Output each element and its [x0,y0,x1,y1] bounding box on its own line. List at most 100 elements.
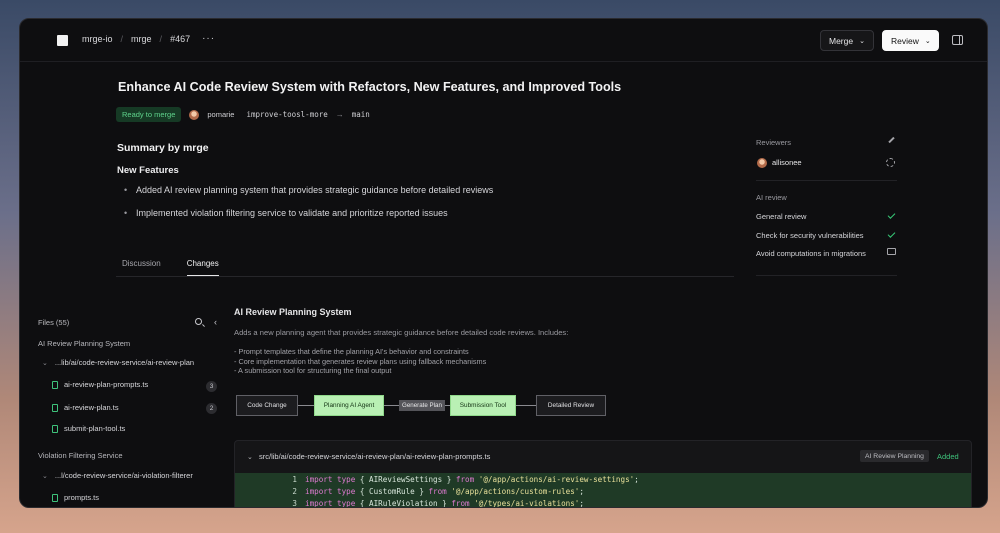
line-number: 3 [292,498,297,508]
line-number: 1 [292,474,297,484]
flow-edge [298,405,314,406]
code-text: { AIReviewSettings } [355,474,456,484]
code-keyword: import [305,486,333,496]
merge-button[interactable]: Merge ⌄ [820,30,874,51]
file-icon [52,424,58,433]
tab-bar: Discussion Changes [116,259,734,277]
file-item[interactable]: prompts.ts [52,493,99,502]
code-text: ; [579,486,584,496]
file-item[interactable]: submit-plan-tool.ts [52,424,125,433]
file-label: submit-plan-tool.ts [64,424,126,433]
code-text: { CustomRule } [355,486,429,496]
review-button[interactable]: Review ⌄ [882,30,939,51]
flow-edge [516,405,536,406]
check-icon [887,211,896,219]
collapse-panel-icon[interactable]: ‹ [214,317,217,327]
edit-reviewers-icon[interactable] [888,136,895,144]
review-button-label: Review [891,35,919,46]
diff-file-path: src/lib/ai/code-review-service/ai-review… [259,452,491,461]
breadcrumb-separator: / [120,33,124,44]
file-icon [52,380,58,389]
comment-icon[interactable] [887,248,896,255]
file-icon [52,403,58,412]
search-icon[interactable] [195,318,202,325]
file-item[interactable]: ai-review-plan.ts [52,403,119,412]
pr-meta: Ready to merge pomarie improve-toosl-mor… [116,107,370,122]
source-branch[interactable]: improve-toosl-more [246,110,327,119]
list-item: - Prompt templates that define the plann… [234,347,469,356]
code-line: 3 import type { AIRuleViolation } from '… [235,497,971,508]
code-text: ; [634,474,639,484]
features-heading: New Features [117,165,179,176]
list-item: Implemented violation filtering service … [124,208,493,218]
check-general-review[interactable]: General review [756,212,806,221]
check-security[interactable]: Check for security vulnerabilities [756,231,864,240]
code-keyword: from [455,474,475,484]
section-title: AI Review Planning System [234,307,352,317]
section-list: - Prompt templates that define the plann… [234,347,486,376]
more-options-icon[interactable]: ··· [202,33,215,44]
file-label: prompts.ts [64,493,100,502]
reviewer-avatar [757,158,767,168]
file-item[interactable]: ai-review-plan-prompts.ts [52,380,148,389]
summary-heading: Summary by mrge [117,142,209,154]
code-keyword: from [428,486,447,496]
code-block: 1 import type { AIReviewSettings } from … [235,473,971,508]
chevron-down-icon: ⌄ [42,360,48,367]
diff-group-tag: AI Review Planning [860,450,929,462]
top-bar: mrge-io / mrge / #467 ··· Merge ⌄ Review… [20,19,987,61]
check-migrations[interactable]: Avoid computations in migrations [756,249,866,258]
comment-count-badge: 3 [206,381,217,392]
breadcrumb-pr[interactable]: #467 [170,34,190,44]
tab-discussion[interactable]: Discussion [122,259,161,276]
file-label: ai-review-plan-prompts.ts [64,380,149,389]
file-diff: ⌄ src/lib/ai/code-review-service/ai-revi… [234,440,972,508]
tab-changes[interactable]: Changes [186,259,219,276]
list-item: - Core implementation that generates rev… [234,356,487,366]
code-keyword: type [337,474,356,484]
target-branch[interactable]: main [352,110,370,119]
reviewer-name[interactable]: allisonee [772,158,802,167]
list-item: Added AI review planning system that pro… [124,185,493,195]
file-label: ai-review-plan.ts [64,403,119,412]
code-keyword: type [337,486,356,496]
folder-item[interactable]: ⌄ ...l/code-review-service/ai-violation-f… [42,471,193,480]
code-text: ; [579,498,584,508]
comment-count-badge: 2 [206,403,217,414]
code-keyword: type [337,498,356,508]
logo-icon[interactable] [57,35,68,46]
review-pending-icon [886,158,895,167]
code-keyword: from [451,498,470,508]
breadcrumb-separator: / [159,33,163,44]
file-icon [52,493,58,502]
author-name[interactable]: pomarie [207,110,234,119]
code-text: { AIRuleViolation } [355,498,452,508]
chevron-down-icon[interactable]: ⌄ [247,453,253,461]
folder-item[interactable]: ⌄ ...lib/ai/code-review-service/ai-review… [42,358,194,367]
merge-button-label: Merge [829,35,854,46]
features-list: Added AI review planning system that pro… [124,185,493,231]
file-group-heading: AI Review Planning System [38,339,131,348]
toggle-sidebar-icon[interactable] [952,35,963,45]
app-window: mrge-io / mrge / #467 ··· Merge ⌄ Review… [19,18,988,508]
files-heading: Files (55) [38,318,70,327]
chevron-down-icon: ⌄ [859,37,865,45]
breadcrumb: mrge-io / mrge / #467 ··· [82,33,215,44]
file-group-heading: Violation Filtering Service [38,451,123,460]
code-line: 1 import type { AIReviewSettings } from … [235,473,971,485]
chevron-down-icon: ⌄ [924,37,931,45]
chevron-down-icon: ⌄ [42,473,48,480]
folder-label: ...lib/ai/code-review-service/ai-review-… [54,358,195,367]
status-badge: Ready to merge [116,107,182,122]
flow-node-code-change: Code Change [236,395,298,416]
breadcrumb-org[interactable]: mrge-io [82,34,113,44]
code-line: 2 import type { CustomRule } from '@/app… [235,485,971,497]
diff-header[interactable]: ⌄ src/lib/ai/code-review-service/ai-revi… [235,441,971,473]
reviewers-label: Reviewers [756,138,792,147]
diff-status: Added [937,452,959,461]
code-string: '@/types/ai-violations' [474,498,580,508]
breadcrumb-repo[interactable]: mrge [131,34,152,44]
flow-edge-label: Generate Plan [399,400,445,411]
flow-node-planning-agent: Planning AI Agent [314,395,384,416]
sidebar-divider [756,275,897,276]
